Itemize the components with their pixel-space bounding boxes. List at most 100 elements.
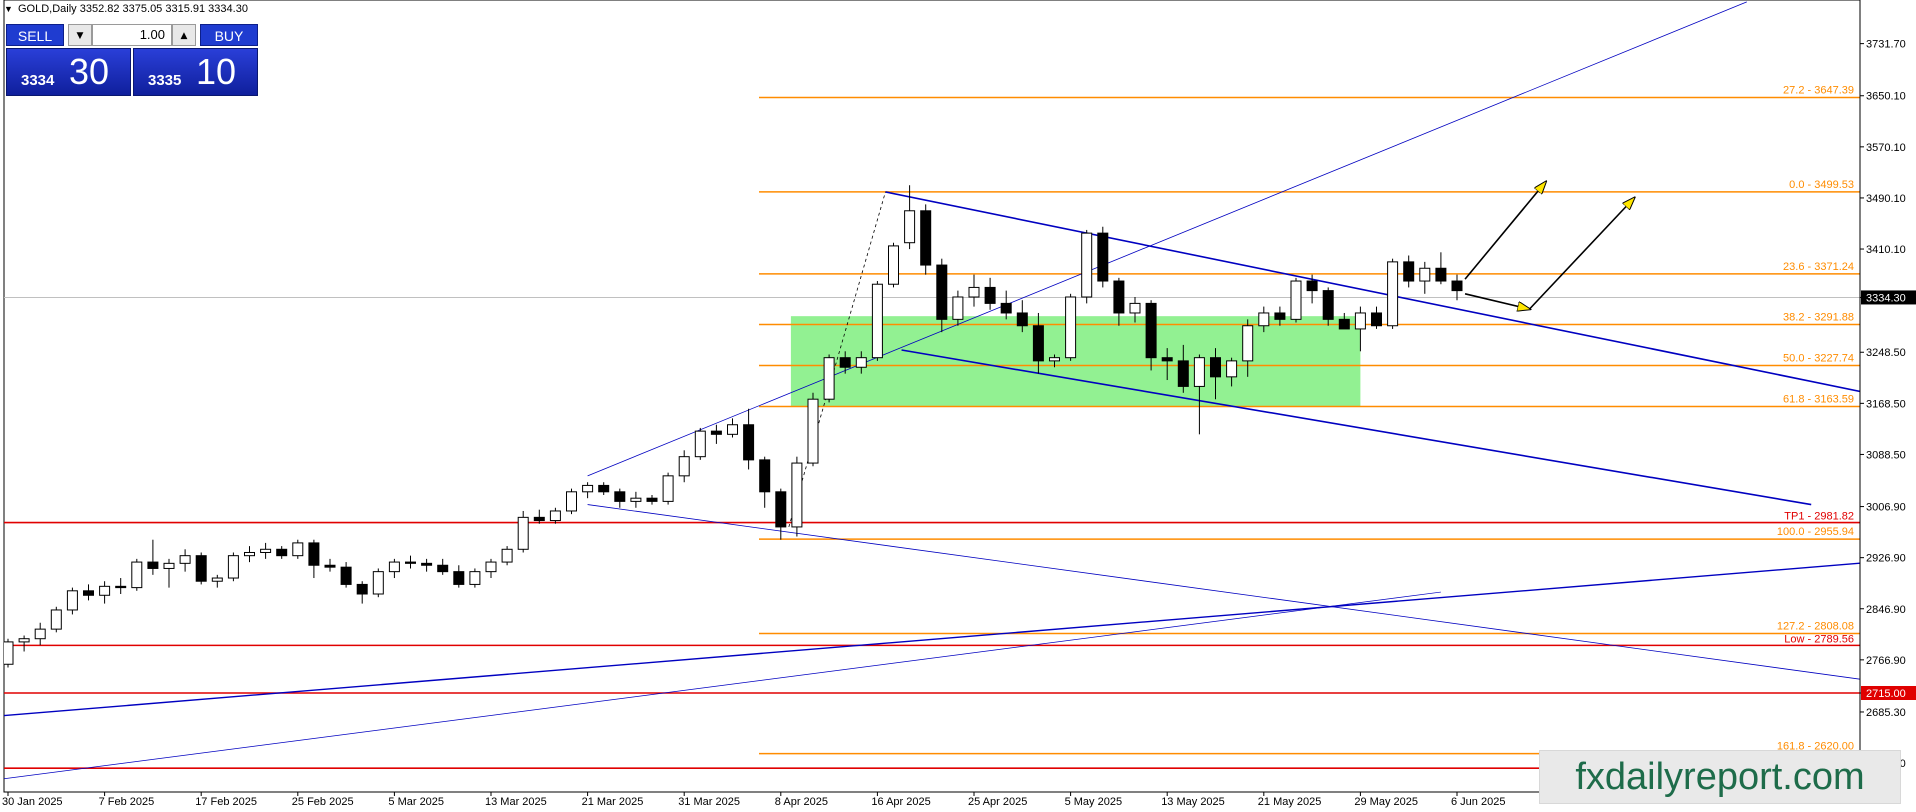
current-price-label: 3334.30 <box>1866 292 1906 304</box>
candle-body <box>920 210 932 266</box>
candle-body <box>1065 296 1077 359</box>
x-tick-label: 30 Jan 2025 <box>2 796 63 808</box>
candle-body <box>1306 280 1318 292</box>
sell-button[interactable]: SELL <box>6 24 64 46</box>
candle-body <box>260 548 272 553</box>
symbol-header: ▼ GOLD,Daily 3352.82 3375.05 3315.91 333… <box>4 3 248 15</box>
x-tick-label: 5 Mar 2025 <box>388 796 444 808</box>
x-tick-label: 7 Feb 2025 <box>99 796 155 808</box>
fib-level-label: 0.0 - 3499.53 <box>1789 179 1854 191</box>
x-tick-label: 13 May 2025 <box>1161 796 1225 808</box>
candle-body <box>1354 312 1366 330</box>
price-chart[interactable]: 27.2 - 3647.39 0.0 - 3499.53 23.6 - 3371.2… <box>0 0 1916 812</box>
candle-body <box>1000 302 1012 314</box>
x-tick-label: 5 May 2025 <box>1065 796 1122 808</box>
candle-body <box>791 462 803 528</box>
candle-body <box>855 357 867 368</box>
sell-price-prefix: 3334 <box>21 72 55 89</box>
x-tick-label: 31 Mar 2025 <box>678 796 740 808</box>
candle-body <box>163 562 175 569</box>
candle-body <box>388 561 400 573</box>
candle-body <box>807 398 819 464</box>
lot-size-input[interactable]: 1.00 <box>92 24 172 46</box>
candle-body <box>179 555 191 564</box>
candle-body <box>694 430 706 458</box>
candle-body <box>1387 261 1399 327</box>
candle-body <box>4 641 14 665</box>
candle-body <box>566 491 577 512</box>
candle-body <box>1161 357 1173 362</box>
lot-increase-icon[interactable]: ▲ <box>172 24 196 46</box>
candle-body <box>1403 261 1415 282</box>
candle-body <box>292 542 304 557</box>
candle-body <box>1032 325 1044 362</box>
candle-body <box>308 542 320 566</box>
fib-level-label: 50.0 - 3227.74 <box>1783 353 1854 365</box>
fib-level-label: 38.2 - 3291.88 <box>1783 312 1854 324</box>
candle-body <box>1226 360 1238 378</box>
candle-body <box>533 516 545 522</box>
red-price-label: 2715.00 <box>1866 688 1906 700</box>
candle-body <box>646 497 658 502</box>
y-tick-label: 3248.50 <box>1866 347 1906 359</box>
fib-level-label: 61.8 - 3163.59 <box>1783 393 1854 405</box>
candle-body <box>244 551 255 557</box>
candle-body <box>356 583 368 595</box>
candle-body <box>469 571 481 585</box>
y-tick-label: 2846.90 <box>1866 604 1906 616</box>
candle-body <box>1258 312 1270 327</box>
candle-body <box>984 286 996 304</box>
candle-body <box>1049 357 1060 362</box>
lot-decrease-icon[interactable]: ▼ <box>68 24 92 46</box>
buy-price-button[interactable]: 3335 10 <box>133 48 258 96</box>
candle-body <box>743 424 755 461</box>
candle-body <box>839 357 851 368</box>
candle-body <box>1435 267 1447 282</box>
candle-body <box>115 585 127 589</box>
candle-body <box>727 424 738 435</box>
y-tick-label: 3168.50 <box>1866 398 1906 410</box>
y-tick-label: 2685.30 <box>1866 707 1906 719</box>
buy-button[interactable]: BUY <box>200 24 258 46</box>
candle-body <box>501 548 513 563</box>
sell-price-button[interactable]: 3334 30 <box>6 48 131 96</box>
candle-body <box>18 638 30 643</box>
candle-body <box>1371 312 1382 327</box>
x-tick-label: 13 Mar 2025 <box>485 796 547 808</box>
collapse-triangle-icon[interactable]: ▼ <box>4 4 13 14</box>
x-tick-label: 25 Apr 2025 <box>968 796 1027 808</box>
candle-body <box>372 571 384 595</box>
candle-body <box>1419 267 1431 282</box>
y-tick-label: 2926.90 <box>1866 553 1906 565</box>
y-tick-label: 3410.10 <box>1866 244 1906 256</box>
candle-body <box>517 516 529 550</box>
candle-body <box>324 564 336 568</box>
candle-body <box>1177 360 1189 387</box>
y-tick-label: 3570.10 <box>1866 142 1906 154</box>
x-tick-label: 21 Mar 2025 <box>582 796 644 808</box>
red-level-label: Low - 2789.56 <box>1784 633 1854 645</box>
y-tick-label: 2766.90 <box>1866 655 1906 667</box>
candle-body <box>936 264 948 320</box>
candle-body <box>485 561 497 573</box>
candle-body <box>66 590 78 611</box>
candle-body <box>1290 280 1302 320</box>
candle-body <box>630 497 642 502</box>
candle-body <box>582 484 594 493</box>
candle-body <box>1145 302 1157 359</box>
candle-body <box>1242 325 1254 362</box>
y-tick-label: 3650.10 <box>1866 91 1906 103</box>
candle-body <box>211 577 223 582</box>
candle-body <box>405 561 416 564</box>
candle-body <box>83 590 94 596</box>
candle-body <box>1016 312 1028 327</box>
candle-body <box>276 548 288 557</box>
x-tick-label: 16 Apr 2025 <box>871 796 930 808</box>
candle-body <box>968 286 980 298</box>
y-tick-label: 3490.10 <box>1866 193 1906 205</box>
candle-body <box>421 562 433 566</box>
candle-body <box>710 430 722 435</box>
candle-body <box>871 283 883 359</box>
candle-body <box>1322 290 1334 320</box>
candle-body <box>1113 280 1125 314</box>
